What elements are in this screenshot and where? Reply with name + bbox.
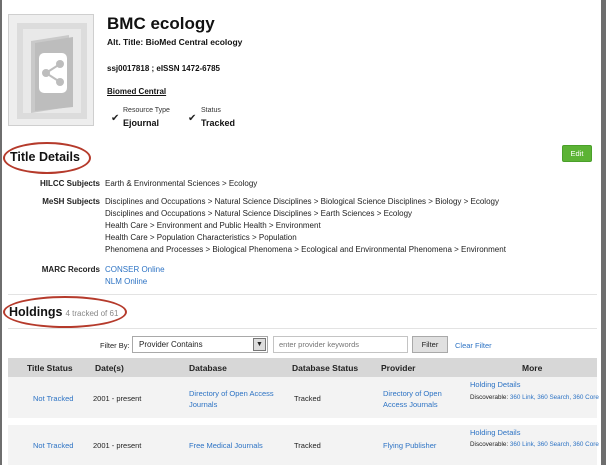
column-database-status[interactable]: Database Status <box>292 363 358 373</box>
holdings-heading-text: Holdings <box>9 305 63 319</box>
column-database[interactable]: Database <box>189 363 227 373</box>
mesh-subject: Health Care > Population Characteristics… <box>105 233 297 242</box>
dropdown-arrow-icon: ▼ <box>253 338 266 351</box>
title-status-link[interactable]: Not Tracked <box>33 394 73 403</box>
title-status-link[interactable]: Not Tracked <box>33 441 73 450</box>
table-row: Not Tracked 2001 - present Directory of … <box>8 377 599 418</box>
discoverable-label: Discoverable: <box>470 441 509 448</box>
page: BMC ecology Alt. Title: BioMed Central e… <box>2 0 601 465</box>
database-link[interactable]: Directory of Open Access Journals <box>189 388 289 410</box>
section-divider <box>8 294 597 295</box>
marc-records-label: MARC Records <box>41 265 100 274</box>
share-book-icon <box>17 23 87 119</box>
discoverable-line: Discoverable: 360 Link, 360 Search, 360 … <box>470 441 599 448</box>
column-dates[interactable]: Date(s) <box>95 363 124 373</box>
filter-button[interactable]: Filter <box>412 336 448 353</box>
holding-details-link[interactable]: Holding Details <box>470 428 520 437</box>
mesh-subject: Health Care > Environment and Public Hea… <box>105 221 321 230</box>
provider-link[interactable]: Flying Publisher <box>383 441 436 450</box>
marc-record-link-nlm[interactable]: NLM Online <box>105 277 147 286</box>
alt-title: Alt. Title: BioMed Central ecology <box>107 37 243 47</box>
filter-by-label: Filter By: <box>100 341 130 350</box>
title-details-heading: Title Details <box>10 150 80 164</box>
hilcc-subject: Earth & Environmental Sciences > Ecology <box>105 179 258 188</box>
database-status-cell: Tracked <box>294 441 321 450</box>
edit-button[interactable]: Edit <box>562 145 592 162</box>
resource-type-check-icon: ✔ <box>111 113 120 124</box>
column-provider[interactable]: Provider <box>381 363 416 373</box>
title-cover-thumbnail <box>8 14 94 126</box>
resource-type-value: Ejournal <box>123 118 160 128</box>
status-value: Tracked <box>201 118 236 128</box>
status-label: Status <box>201 107 221 114</box>
marc-record-link-conser[interactable]: CONSER Online <box>105 265 165 274</box>
mesh-subject: Phenomena and Processes > Biological Phe… <box>105 245 506 254</box>
issn-line: ssj0017818 ; eISSN 1472-6785 <box>107 64 220 73</box>
table-row: Not Tracked 2001 - present Free Medical … <box>8 425 599 465</box>
holdings-heading: Holdings 4 tracked of 61 <box>9 305 118 319</box>
dates-cell: 2001 - present <box>93 441 142 450</box>
filter-select[interactable]: Provider Contains ▼ <box>132 336 268 353</box>
discoverable-line: Discoverable: 360 Link, 360 Search, 360 … <box>470 394 599 401</box>
hilcc-subjects-label: HILCC Subjects <box>39 179 100 188</box>
database-link[interactable]: Free Medical Journals <box>189 441 263 450</box>
publisher-link[interactable]: Biomed Central <box>107 87 166 96</box>
column-more: More <box>522 363 543 373</box>
database-status-cell: Tracked <box>294 394 321 403</box>
holdings-count: 4 tracked of 61 <box>65 309 119 318</box>
dates-cell: 2001 - present <box>93 394 142 403</box>
discoverable-links[interactable]: 360 Link, 360 Search, 360 Core <box>510 441 599 448</box>
resource-type-label: Resource Type <box>123 107 170 114</box>
discoverable-label: Discoverable: <box>470 394 509 401</box>
column-title-status[interactable]: Title Status <box>27 363 73 373</box>
filter-select-value: Provider Contains <box>139 340 203 349</box>
status-check-icon: ✔ <box>188 113 197 124</box>
provider-keywords-input[interactable] <box>273 336 408 353</box>
section-divider <box>8 328 597 329</box>
clear-filter-link[interactable]: Clear Filter <box>455 341 492 350</box>
holdings-table-header: Title Status Date(s) Database Database S… <box>8 358 597 377</box>
mesh-subjects-label: MeSH Subjects <box>42 197 100 206</box>
page-title: BMC ecology <box>107 14 215 33</box>
mesh-subject: Disciplines and Occupations > Natural Sc… <box>105 209 413 218</box>
discoverable-links[interactable]: 360 Link, 360 Search, 360 Core <box>510 394 599 401</box>
mesh-subject: Disciplines and Occupations > Natural Sc… <box>105 197 499 206</box>
holding-details-link[interactable]: Holding Details <box>470 380 520 389</box>
provider-link[interactable]: Directory of Open Access Journals <box>383 388 463 410</box>
